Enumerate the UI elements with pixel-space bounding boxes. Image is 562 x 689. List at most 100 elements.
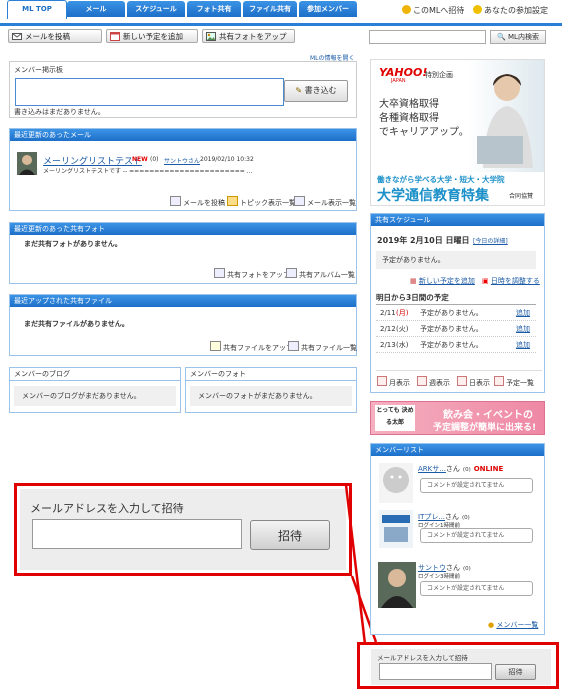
search-input[interactable] [369, 30, 486, 44]
member-name-link[interactable]: サントウ [418, 564, 446, 572]
ad-banner[interactable]: YAHOO! JAPAN 特別企画 大卒資格取得 各種資格取得 でキャリアアップ… [370, 59, 545, 206]
board-empty: 書き込みはまだありません。 [14, 108, 105, 116]
mail-author-link[interactable]: サントウさん [164, 156, 200, 165]
upload-photo-link[interactable]: 共有フォトをアップ [214, 268, 290, 280]
invite-link[interactable]: このMLへ招待 [402, 5, 464, 16]
member-comment-bubble: コメントが設定されてません [420, 581, 533, 596]
invite-callout-label: メールアドレスを入力して招待 [30, 502, 184, 515]
day-view-button[interactable]: 日表示 [457, 376, 490, 388]
week-icon [417, 376, 427, 386]
members-icon: ● [488, 621, 495, 629]
blog-empty: メンバーのブログがまだありません。 [14, 386, 176, 406]
member-board: メンバー掲示板 ✎ 書き込む 書き込みはまだありません。 [9, 61, 357, 118]
ad-logo-sub: JAPAN [391, 78, 406, 84]
add-schedule-button[interactable]: 新しい予定を追加 [106, 29, 198, 43]
recent-photo-panel: 最近更新のあった共有フォト まだ共有フォトがありません。 共有フォトをアップ 共… [9, 222, 357, 284]
ad-line-1: 大卒資格取得 [379, 99, 439, 110]
today-detail-link[interactable]: [今日の詳細] [473, 236, 508, 245]
post-mail-link[interactable]: メールを投稿 [170, 196, 225, 208]
ad-line-3: でキャリアアップ。 [379, 127, 469, 138]
schedule-add-link[interactable]: 追加 [516, 338, 530, 352]
member-count: (0) [463, 566, 471, 572]
new-badge: NEW [132, 156, 148, 163]
photo-empty: まだ共有フォトがありません。 [24, 240, 122, 248]
author-avatar [17, 152, 37, 175]
invite-callout-button[interactable]: 招待 [250, 520, 330, 550]
member-name-link[interactable]: ARKサ... [418, 465, 446, 473]
mail-icon [170, 196, 181, 206]
recent-mail-panel: 最近更新のあったメール メーリングリストテスト NEW (0) サントウさん 2… [9, 128, 357, 211]
tab-members[interactable]: 参加メンバー [299, 1, 357, 17]
recent-mail-title: 最近更新のあったメール [10, 129, 356, 141]
tab-schedule[interactable]: スケジュール [127, 1, 185, 17]
settings-link[interactable]: あなたの参加設定 [473, 5, 548, 16]
member-suffix: さん [446, 564, 460, 572]
photo-icon [206, 32, 216, 41]
adjust-link[interactable]: ▣ 日時を調整する [482, 276, 540, 286]
member-suffix: さん [445, 465, 460, 473]
schedule-row-text: 予定がありません。 [420, 325, 483, 333]
album-list-link[interactable]: 共有アルバム一覧 [286, 268, 355, 280]
invite-callout-input[interactable] [32, 519, 242, 549]
member-blog-title: メンバーのブログ [10, 368, 180, 381]
invite-small-label: メールアドレスを入力して招待 [377, 654, 468, 662]
topic-list-link[interactable]: トピック表示一覧 [227, 196, 296, 208]
member-list-title: メンバーリスト [371, 444, 544, 456]
kimeru-banner[interactable]: とっても 決める太郎 飲み会・イベントの 予定調整が簡単に出来る! [370, 401, 545, 435]
file-empty: まだ共有ファイルがありません。 [24, 320, 129, 328]
post-mail-button[interactable]: メールを投稿 [8, 29, 102, 43]
schedule-row-dow: (水) [396, 341, 409, 349]
tab-mail[interactable]: メール [67, 1, 125, 17]
upload-photo-button[interactable]: 共有フォトをアップ [202, 29, 295, 43]
recent-photo-title: 最近更新のあった共有フォト [10, 223, 356, 235]
member-photo-empty: メンバーのフォトがまだありません。 [190, 386, 352, 406]
schedule-row-dow: (火) [396, 325, 409, 333]
tab-ml-top[interactable]: ML TOP [7, 0, 67, 19]
ad-headline: 働きながら学べる大学・短大・大学院 [377, 175, 505, 184]
member-count: (0) [462, 467, 471, 473]
member-blog-panel: メンバーのブログ メンバーのブログがまだありません。 [9, 367, 181, 413]
search-icon: 🔍 [497, 33, 506, 41]
member-login-time: ログイン3時間前 [418, 574, 460, 580]
invite-small-input[interactable] [379, 663, 492, 680]
tab-file[interactable]: ファイル共有 [243, 1, 297, 17]
ad-copy: 大卒資格取得 各種資格取得 でキャリアアップ。 [379, 98, 469, 140]
write-button[interactable]: ✎ 書き込む [284, 80, 348, 102]
next-days-divider [376, 304, 536, 305]
member-comment-bubble: コメントが設定されてません [420, 528, 533, 543]
member-entry: ARKサ...さん (0) ONLINE [418, 464, 503, 474]
search-button[interactable]: 🔍 ML内検索 [490, 30, 546, 44]
kimeru-line1: 飲み会・イベントの [443, 410, 533, 421]
kimeru-logo: とっても 決める太郎 [375, 405, 415, 431]
board-textarea[interactable] [15, 78, 284, 106]
member-avatar-santou [378, 562, 416, 608]
member-photo-panel: メンバーのフォト メンバーのフォトがまだありません。 [185, 367, 357, 413]
add-plan-link[interactable]: ▦ 新しい予定を追加 [410, 276, 475, 286]
online-status: ONLINE [473, 465, 504, 473]
schedule-title: 共有スケジュール [371, 214, 544, 226]
member-all-link[interactable]: ● メンバー一覧 [488, 620, 538, 630]
schedule-add-link[interactable]: 追加 [516, 322, 530, 336]
ad-person-image [477, 74, 533, 168]
mail-icon [12, 33, 22, 40]
month-view-button[interactable]: 月表示 [377, 376, 410, 388]
mail-datetime: 2019/02/10 10:32 [200, 156, 254, 163]
settings-icon [473, 5, 482, 14]
plan-list-button[interactable]: 予定一覧 [494, 376, 534, 388]
calendar-icon: ▦ [410, 277, 417, 285]
member-name-link[interactable]: ITプレ... [418, 513, 445, 521]
invite-small-highlight: メールアドレスを入力して招待 招待 [357, 642, 559, 689]
mail-list-link[interactable]: メール表示一覧 [294, 196, 356, 208]
invite-small-button[interactable]: 招待 [495, 664, 536, 680]
schedule-row-date: 2/13 [380, 341, 396, 349]
upload-file-link[interactable]: 共有ファイルをアップ [210, 341, 293, 353]
week-view-button[interactable]: 週表示 [417, 376, 450, 388]
file-icon [288, 341, 299, 351]
schedule-add-link[interactable]: 追加 [516, 306, 530, 320]
tab-photo[interactable]: フォト共有 [187, 1, 241, 17]
calendar-icon [110, 32, 120, 41]
schedule-row: 2/13 (水) 予定がありません。 追加 [376, 338, 536, 353]
file-list-link[interactable]: 共有ファイル一覧 [288, 341, 357, 353]
recent-file-title: 最近アップされた共有ファイル [10, 295, 356, 307]
member-avatar-itpre [379, 510, 413, 548]
